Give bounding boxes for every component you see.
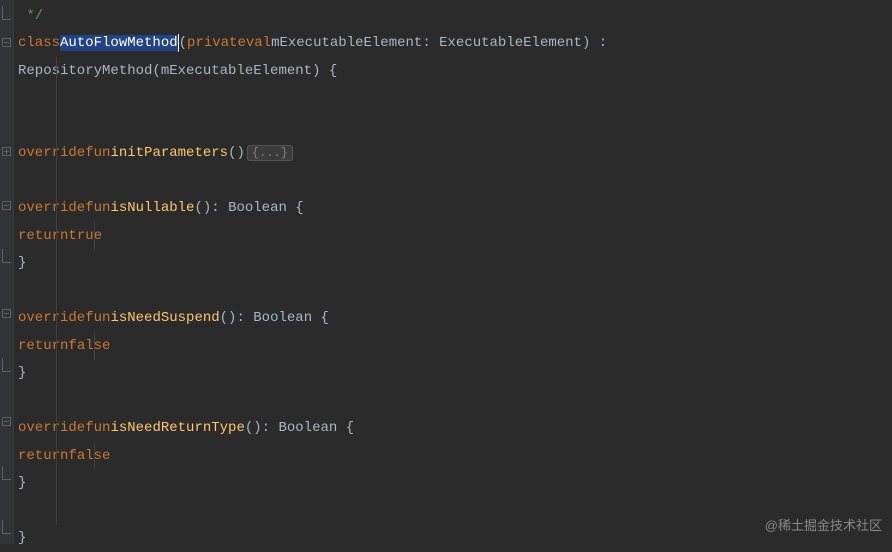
keyword-return: return: [18, 338, 68, 354]
fold-minus-icon[interactable]: [0, 300, 13, 327]
parent-class: RepositoryMethod: [18, 63, 152, 79]
class-name-selected: AutoFlowMethod: [60, 35, 178, 51]
fold-minus-icon[interactable]: [0, 408, 13, 435]
keyword-fun: fun: [85, 420, 110, 436]
return-type: Boolean: [278, 420, 337, 436]
code-line[interactable]: [18, 497, 892, 525]
code-editor[interactable]: */ class AutoFlowMethod(private val mExe…: [0, 0, 892, 544]
keyword-override: override: [18, 145, 85, 161]
keyword-fun: fun: [85, 310, 110, 326]
code-line[interactable]: RepositoryMethod(mExecutableElement) {: [18, 57, 892, 85]
code-line[interactable]: [18, 112, 892, 140]
fold-plus-icon[interactable]: [0, 137, 13, 164]
keyword-fun: fun: [85, 200, 110, 216]
code-line[interactable]: }: [18, 250, 892, 278]
code-line[interactable]: return false: [18, 442, 892, 470]
code-line[interactable]: override fun initParameters() {...}: [18, 140, 892, 168]
code-line[interactable]: [18, 85, 892, 113]
code-line[interactable]: }: [18, 470, 892, 498]
code-line[interactable]: return true: [18, 222, 892, 250]
code-line[interactable]: [18, 167, 892, 195]
paren-close: ): [582, 35, 590, 51]
keyword-return: return: [18, 448, 68, 464]
func-name: isNullable: [110, 200, 194, 216]
keyword-val: val: [246, 35, 271, 51]
fold-end-icon[interactable]: [0, 354, 13, 381]
bool-literal: false: [68, 338, 110, 354]
super-arg: mExecutableElement: [161, 63, 312, 79]
code-line[interactable]: class AutoFlowMethod(private val mExecut…: [18, 30, 892, 58]
code-line[interactable]: override fun isNeedSuspend(): Boolean {: [18, 305, 892, 333]
code-line[interactable]: */: [18, 2, 892, 30]
keyword-override: override: [18, 310, 85, 326]
code-line[interactable]: }: [18, 360, 892, 388]
fold-end-icon[interactable]: [0, 2, 13, 29]
code-line[interactable]: [18, 387, 892, 415]
func-name: isNeedSuspend: [110, 310, 219, 326]
gutter: [0, 0, 14, 544]
code-line[interactable]: [18, 277, 892, 305]
code-line[interactable]: return false: [18, 332, 892, 360]
code-area[interactable]: */ class AutoFlowMethod(private val mExe…: [14, 0, 892, 544]
fold-minus-icon[interactable]: [0, 29, 13, 56]
fold-end-icon[interactable]: [0, 463, 13, 490]
func-name: initParameters: [110, 145, 228, 161]
comment-close: */: [18, 8, 43, 24]
keyword-private: private: [187, 35, 246, 51]
fold-end-icon[interactable]: [0, 246, 13, 273]
keyword-fun: fun: [85, 145, 110, 161]
code-line[interactable]: override fun isNullable(): Boolean {: [18, 195, 892, 223]
fold-end-icon[interactable]: [0, 517, 13, 544]
code-line[interactable]: override fun isNeedReturnType(): Boolean…: [18, 415, 892, 443]
keyword-return: return: [18, 228, 68, 244]
code-fold-placeholder[interactable]: {...}: [247, 145, 293, 161]
paren-open: (: [179, 35, 187, 51]
watermark: @稀土掘金技术社区: [765, 515, 882, 534]
param-name: mExecutableElement: [271, 35, 422, 51]
bool-literal: false: [68, 448, 110, 464]
keyword-class: class: [18, 35, 60, 51]
bool-literal: true: [68, 228, 102, 244]
fold-minus-icon[interactable]: [0, 192, 13, 219]
code-line[interactable]: }: [18, 525, 892, 552]
return-type: Boolean: [228, 200, 287, 216]
keyword-override: override: [18, 200, 85, 216]
param-type: ExecutableElement: [439, 35, 582, 51]
func-name: isNeedReturnType: [110, 420, 244, 436]
keyword-override: override: [18, 420, 85, 436]
return-type: Boolean: [253, 310, 312, 326]
